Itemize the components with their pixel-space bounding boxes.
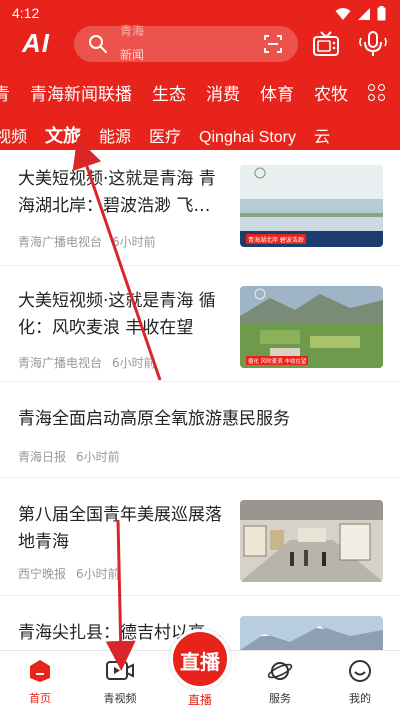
article-title[interactable]: 青海全面启动高原全氧旅游惠民服务 [18,406,388,433]
subtab-energy[interactable]: 能源 [99,123,131,147]
nav-service-label: 服务 [269,692,291,705]
article-source: 青海广播电视台 [18,235,103,249]
nav-mine[interactable]: 我的 [330,659,390,706]
article-title[interactable]: 大美短视频·这就是青海 循化：风吹麦浪 丰收在望 [18,288,228,342]
subtab-track: 视频 文旅 能源 医疗 Qinghai Story 云 [0,122,348,153]
thumbnail-lake[interactable]: 青海湖北岸 碧波浩渺 [240,165,383,247]
channel-sports[interactable]: 体育 [260,80,294,105]
status-icons [335,6,386,21]
search-hint-previous: 青海 [120,24,145,38]
nav-live-label[interactable]: 直播 [170,691,230,708]
article-source: 西宁晚报 [18,567,67,581]
channel-ecology[interactable]: 生态 [152,80,186,105]
thumbnail-field[interactable]: 循化 风吹麦浪 丰收在望 [240,286,383,368]
video-icon [106,661,134,680]
lake-thumbnail-caption: 青海湖北岸 碧波浩渺 [248,236,304,244]
subtab-qinghai-story[interactable]: Qinghai Story [199,129,296,147]
channel-partial-left[interactable]: 青 [0,80,10,105]
battery-icon [377,6,386,21]
live-button[interactable]: 直播 [170,629,230,689]
nav-service[interactable]: 服务 [250,659,310,706]
article-source: 青海日报 [18,450,67,464]
planet-icon [267,662,293,680]
search-bar[interactable]: 青海 新闻 [74,24,298,62]
gallery-thumbnail-image [240,500,383,582]
channel-bar: 青青海新闻联播 生态 消费 体育 农牧 [0,68,400,114]
nav-video[interactable]: 青视频 [90,659,150,706]
article-meta: 西宁晚报 6小时前 [18,565,120,582]
article-time: 6小时前 [112,356,156,370]
subtab-bar: 视频 文旅 能源 医疗 Qinghai Story 云 [0,114,400,153]
field-thumbnail-image: 循化 风吹麦浪 丰收在望 [240,286,383,368]
subtab-medical[interactable]: 医疗 [149,123,181,147]
nav-mine-label: 我的 [349,692,371,705]
bottom-nav: 首页 青视频 直播 直播 服务 我的 [0,629,400,711]
list-item[interactable]: 大美短视频·这就是青海 循化：风吹麦浪 丰收在望 青海广播电视台 6小时前 循化 … [0,266,400,382]
field-thumbnail-caption: 循化 风吹麦浪 丰收在望 [248,357,307,365]
live-button-label: 直播 [180,650,220,674]
mountain-thumbnail-image [240,616,383,650]
subtab-culture-tourism[interactable]: 文旅 [45,122,81,153]
channel-grid-icon[interactable] [368,84,386,102]
article-time: 6小时前 [76,567,120,581]
nav-video-label: 青视频 [103,692,137,705]
list-item[interactable]: 青海全面启动高原全氧旅游惠民服务 青海日报 6小时前 [0,382,400,478]
lake-thumbnail-image: 青海湖北岸 碧波浩渺 [240,165,383,247]
news-feed[interactable]: 大美短视频·这就是青海 青海湖北岸：碧波浩渺 飞… 青海广播电视台 6小时前 青海… [0,150,400,650]
header: AI 青海 新闻 [0,24,400,68]
nav-home[interactable]: 首页 [10,659,70,706]
subtab-cloud[interactable]: 云 [314,123,330,147]
subtab-video[interactable]: 视频 [0,123,27,147]
thumbnail-mountain[interactable] [240,616,383,650]
channel-agriculture[interactable]: 农牧 [314,80,348,105]
tv-icon[interactable] [312,30,340,58]
signal-icon [358,7,370,20]
list-item[interactable]: 第八届全国青年美展巡展落地青海 西宁晚报 6小时前 [0,478,400,596]
home-icon [30,660,50,682]
voice-mic-icon[interactable] [358,29,388,59]
channel-qinghai-news[interactable]: 青海新闻联播 [30,80,132,105]
article-time: 6小时前 [76,450,120,464]
channel-track: 青青海新闻联播 生态 消费 体育 农牧 [0,80,368,105]
search-icon [89,35,107,53]
status-time: 4:12 [12,5,40,21]
list-item[interactable]: 大美短视频·这就是青海 青海湖北岸：碧波浩渺 飞… 青海广播电视台 6小时前 青海… [0,150,400,266]
article-meta: 青海广播电视台 6小时前 [18,233,156,250]
smiley-icon [349,660,371,682]
article-meta: 青海广播电视台 6小时前 [18,354,156,371]
status-bar: 4:12 [0,0,400,26]
wifi-icon [335,7,351,20]
article-meta: 青海日报 6小时前 [18,448,120,465]
article-title[interactable]: 大美短视频·这就是青海 青海湖北岸：碧波浩渺 飞… [18,166,228,220]
article-title[interactable]: 第八届全国青年美展巡展落地青海 [18,502,228,556]
search-hint: 新闻 [120,48,145,62]
article-source: 青海广播电视台 [18,356,103,370]
nav-home-label: 首页 [29,692,51,705]
scan-icon[interactable] [264,35,282,53]
app-logo[interactable]: AI [22,28,50,59]
thumbnail-gallery[interactable] [240,500,383,582]
article-time: 6小时前 [112,235,156,249]
channel-consumer[interactable]: 消费 [206,80,240,105]
